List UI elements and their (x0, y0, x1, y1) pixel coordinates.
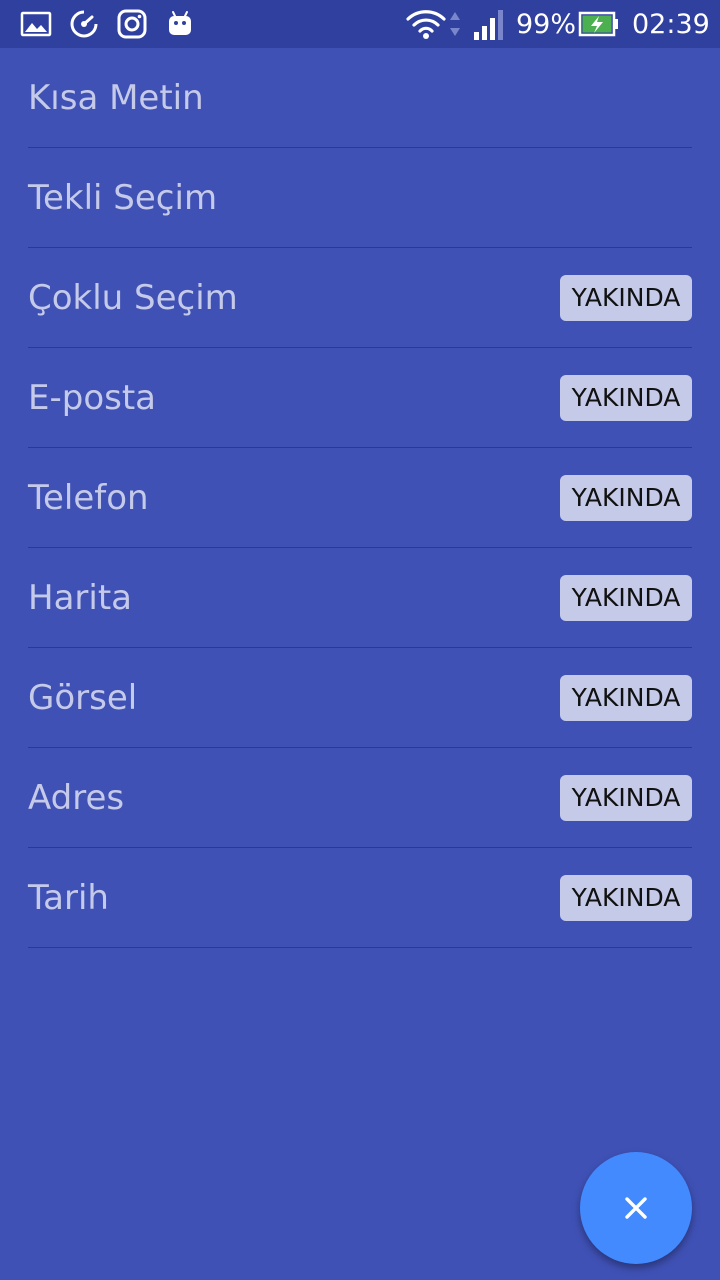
list-item-kisa-metin[interactable]: Kısa Metin (28, 48, 692, 148)
list-item-label: Adres (28, 778, 125, 818)
coming-soon-badge: YAKINDA (560, 275, 692, 321)
close-icon (625, 1197, 647, 1219)
list-item-telefon[interactable]: Telefon YAKINDA (28, 448, 692, 548)
list-item-label: E-posta (28, 378, 157, 418)
list-item-label: Çoklu Seçim (28, 278, 238, 318)
list-item-gorsel[interactable]: Görsel YAKINDA (28, 648, 692, 748)
list-item-label: Tarih (28, 878, 109, 918)
speedometer-icon (70, 10, 98, 38)
list-item-label: Harita (28, 578, 132, 618)
data-activity-icon (450, 12, 460, 36)
cellular-signal-icon (474, 10, 503, 40)
status-bar: 99% 02:39 (0, 0, 720, 48)
list-item-label: Telefon (28, 478, 149, 518)
list-item-adres[interactable]: Adres YAKINDA (28, 748, 692, 848)
gallery-icon (20, 11, 52, 37)
coming-soon-badge: YAKINDA (560, 575, 692, 621)
clock: 02:39 (632, 9, 710, 40)
battery-charging-icon (578, 11, 618, 37)
coming-soon-badge: YAKINDA (560, 675, 692, 721)
coming-soon-badge: YAKINDA (560, 875, 692, 921)
battery-percent: 99% (516, 9, 577, 40)
coming-soon-badge: YAKINDA (560, 475, 692, 521)
list-item-tekli-secim[interactable]: Tekli Seçim (28, 148, 692, 248)
android-icon (169, 11, 191, 35)
field-type-list: Kısa Metin Tekli Seçim Çoklu Seçim YAKIN… (28, 48, 692, 948)
list-item-coklu-secim[interactable]: Çoklu Seçim YAKINDA (28, 248, 692, 348)
list-item-label: Tekli Seçim (28, 178, 218, 218)
coming-soon-badge: YAKINDA (560, 775, 692, 821)
list-item-harita[interactable]: Harita YAKINDA (28, 548, 692, 648)
coming-soon-badge: YAKINDA (560, 375, 692, 421)
instagram-icon (117, 9, 147, 39)
list-item-e-posta[interactable]: E-posta YAKINDA (28, 348, 692, 448)
list-item-tarih[interactable]: Tarih YAKINDA (28, 848, 692, 948)
wifi-icon (406, 10, 446, 39)
list-item-label: Görsel (28, 678, 138, 718)
close-fab-button[interactable] (580, 1152, 692, 1264)
list-item-label: Kısa Metin (28, 78, 204, 118)
